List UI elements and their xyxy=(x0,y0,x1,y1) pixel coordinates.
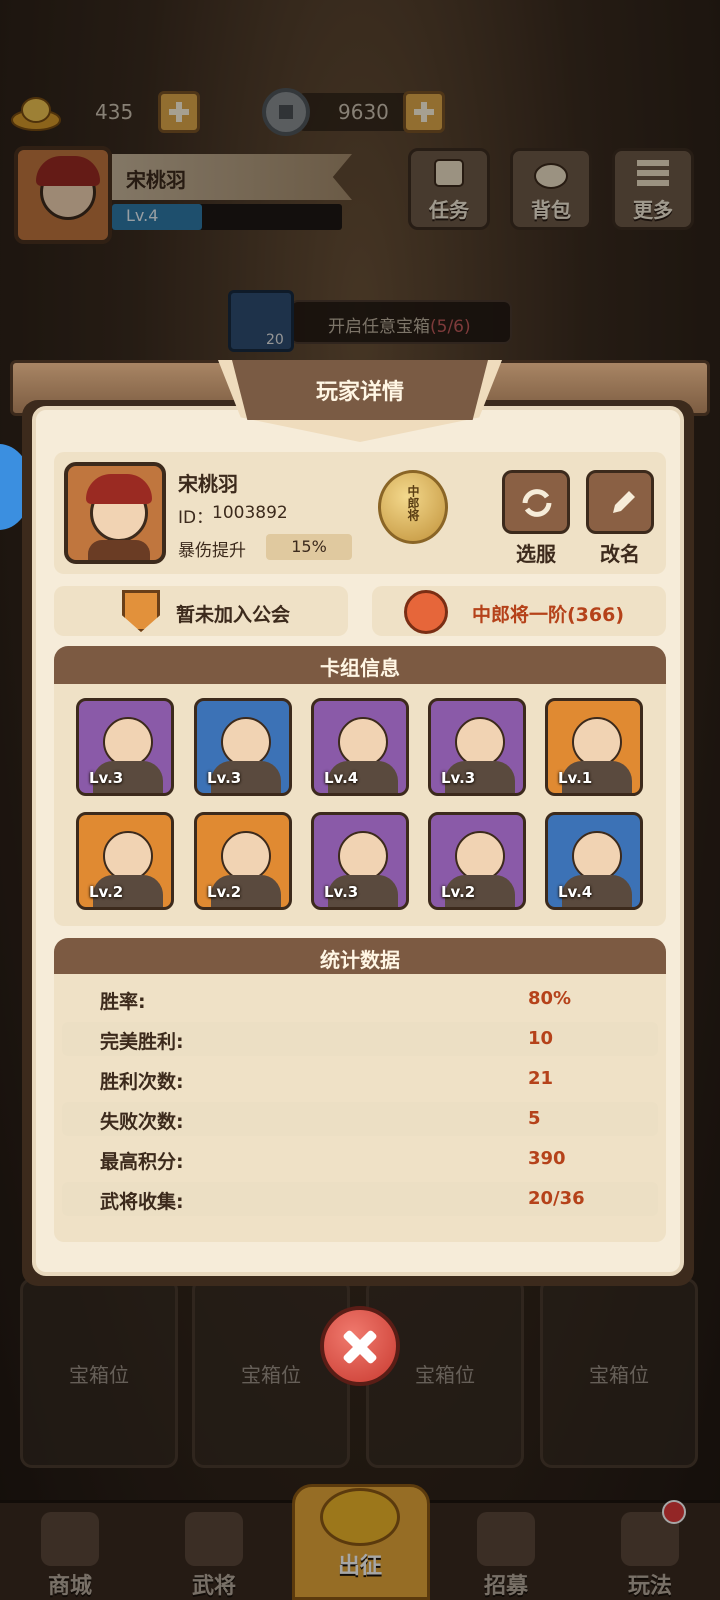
win-rate-label: 胜率: xyxy=(100,991,146,1013)
pencil-icon xyxy=(613,491,635,513)
win-rate-value: 80% xyxy=(528,988,572,1009)
crit-damage-label: 暴伤提升 xyxy=(178,541,246,561)
collection-label: 武将收集: xyxy=(100,1191,184,1213)
losses-label: 失败次数: xyxy=(100,1111,184,1133)
modal-title: 玩家详情 xyxy=(315,380,404,405)
guild-status: 暂未加入公会 xyxy=(176,604,291,626)
modal-player-name: 宋桃羽 xyxy=(178,472,238,496)
rank-badge-icon: 中郎将 xyxy=(378,470,448,544)
rank-text: 中郎将一阶(366) xyxy=(472,604,625,626)
rename-button[interactable] xyxy=(586,470,654,534)
hero-card[interactable]: Lv.3 xyxy=(194,698,292,796)
perfect-wins-label: 完美胜利: xyxy=(100,1031,184,1053)
hero-card[interactable]: Lv.3 xyxy=(76,698,174,796)
high-score-label: 最高积分: xyxy=(100,1151,184,1173)
player-id: 1003892 xyxy=(212,503,288,523)
hero-card[interactable]: Lv.3 xyxy=(428,698,526,796)
rank-pouch-icon xyxy=(404,590,448,634)
wins-value: 21 xyxy=(528,1068,554,1089)
collection-value: 20/36 xyxy=(528,1188,585,1209)
wins-label: 胜利次数: xyxy=(100,1071,184,1093)
stats-section-title: 统计数据 xyxy=(320,948,400,972)
change-server-button[interactable] xyxy=(502,470,570,534)
hero-card[interactable]: Lv.1 xyxy=(545,698,643,796)
crit-damage-value: 15% xyxy=(291,537,327,556)
player-portrait xyxy=(64,462,166,564)
hero-card[interactable]: Lv.2 xyxy=(428,812,526,910)
hero-card[interactable]: Lv.4 xyxy=(545,812,643,910)
rename-label: 改名 xyxy=(600,542,640,566)
deck-section-title: 卡组信息 xyxy=(320,656,400,680)
high-score-value: 390 xyxy=(528,1148,566,1169)
hero-card[interactable]: Lv.4 xyxy=(311,698,409,796)
perfect-wins-value: 10 xyxy=(528,1028,554,1049)
losses-value: 5 xyxy=(528,1108,541,1129)
hero-card[interactable]: Lv.2 xyxy=(194,812,292,910)
change-server-label: 选服 xyxy=(516,542,556,566)
hero-card[interactable]: Lv.2 xyxy=(76,812,174,910)
close-button[interactable] xyxy=(320,1306,400,1386)
player-id-label: ID： xyxy=(178,508,214,528)
hero-card[interactable]: Lv.3 xyxy=(311,812,409,910)
refresh-icon xyxy=(522,489,552,517)
